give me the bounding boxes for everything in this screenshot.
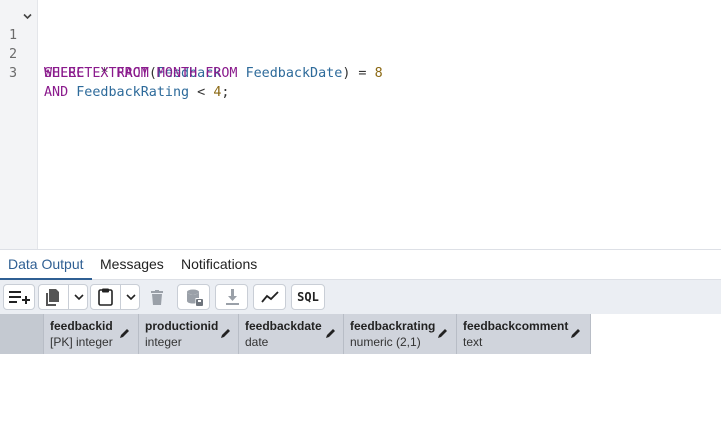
column-header-feedbackdate[interactable]: feedbackdate date — [239, 314, 344, 354]
column-type: text — [463, 335, 483, 349]
save-data-button[interactable] — [177, 284, 210, 310]
pencil-icon[interactable] — [220, 327, 232, 339]
add-row-icon — [9, 291, 30, 304]
code-line-2[interactable]: 2 WHERE EXTRACT(MONTH FROM FeedbackDate)… — [0, 26, 721, 81]
code-token: FROM — [205, 66, 238, 81]
column-type: date — [245, 335, 269, 349]
column-name: productionid — [145, 319, 219, 333]
column-header-productionid[interactable]: productionid integer — [139, 314, 239, 354]
delete-button[interactable] — [142, 284, 170, 310]
pencil-icon[interactable] — [119, 327, 131, 339]
pencil-icon[interactable] — [437, 327, 449, 339]
download-button[interactable] — [215, 284, 248, 310]
copy-button[interactable] — [39, 285, 68, 309]
column-name: feedbackdate — [245, 319, 322, 333]
column-name: feedbackid — [50, 319, 113, 333]
code-token: FeedbackDate — [245, 66, 343, 81]
add-row-button[interactable] — [3, 284, 35, 310]
data-output-toolbar: SQL — [0, 280, 721, 314]
pencil-icon[interactable] — [570, 327, 582, 339]
paste-button-group — [90, 284, 140, 310]
code-token: < — [189, 85, 214, 100]
result-tabs: Data Output Messages Notifications — [0, 250, 721, 280]
column-type: integer — [145, 335, 182, 349]
code-token: ( — [148, 66, 157, 81]
code-token: AND — [44, 85, 69, 100]
row-number-header[interactable] — [0, 314, 44, 354]
pencil-icon[interactable] — [325, 327, 337, 339]
chevron-down-icon — [74, 294, 84, 301]
chevron-down-icon — [126, 294, 136, 301]
copy-icon — [46, 289, 59, 306]
line-chart-icon — [261, 291, 279, 303]
fold-chevron-down-icon[interactable] — [22, 7, 34, 26]
trash-icon — [151, 290, 163, 305]
tab-notifications[interactable]: Notifications — [181, 256, 257, 280]
sql-label: SQL — [297, 290, 319, 304]
code-token: FeedbackRating — [76, 85, 190, 100]
paste-options-dropdown[interactable] — [121, 285, 140, 309]
sql-button[interactable]: SQL — [291, 284, 325, 310]
download-icon — [226, 289, 239, 305]
line-number: 3 — [8, 66, 17, 81]
data-grid-header: feedbackid [PK] integer productionid int… — [0, 314, 591, 354]
code-text: AND FeedbackRating < 4; — [44, 83, 229, 102]
code-line-1[interactable]: 1 SELECT * FROM Feedback — [0, 7, 721, 81]
column-type: [PK] integer — [50, 335, 113, 349]
sql-editor[interactable]: 1 SELECT * FROM Feedback 2 WHERE EXTRACT… — [0, 0, 721, 249]
database-save-icon — [187, 289, 203, 306]
code-token: EXTRACT — [92, 66, 149, 81]
tab-messages[interactable]: Messages — [100, 256, 164, 280]
column-header-feedbackid[interactable]: feedbackid [PK] integer — [44, 314, 139, 354]
column-type: numeric (2,1) — [350, 335, 421, 349]
code-token: = — [350, 66, 375, 81]
column-name: feedbackrating — [350, 319, 436, 333]
code-token: WHERE — [44, 66, 85, 81]
graph-visualiser-button[interactable] — [253, 284, 286, 310]
paste-button[interactable] — [91, 285, 120, 309]
column-name: feedbackcomment — [463, 319, 569, 333]
column-header-feedbackrating[interactable]: feedbackrating numeric (2,1) — [344, 314, 457, 354]
column-header-feedbackcomment[interactable]: feedbackcomment text — [457, 314, 591, 354]
code-token: 8 — [374, 66, 383, 81]
copy-button-group — [38, 284, 88, 310]
tab-data-output[interactable]: Data Output — [8, 256, 84, 280]
code-token: MONTH — [156, 66, 198, 81]
code-line-3[interactable]: 3 AND FeedbackRating < 4; — [0, 45, 721, 100]
code-text: WHERE EXTRACT(MONTH FROM FeedbackDate) =… — [44, 64, 383, 83]
copy-options-dropdown[interactable] — [69, 285, 88, 309]
code-token: ; — [221, 85, 230, 100]
clipboard-icon — [98, 288, 113, 306]
